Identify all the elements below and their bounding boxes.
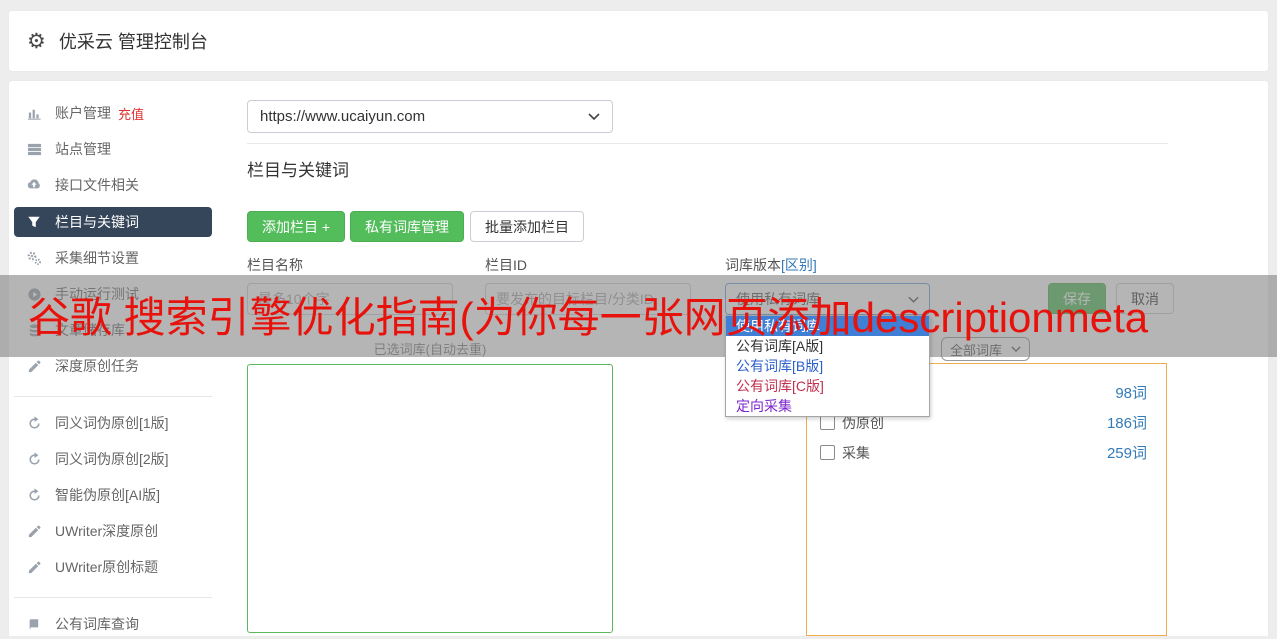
batch-add-button[interactable]: 批量添加栏目 (470, 211, 584, 242)
sidebar-item-label: 深度原创任务 (55, 358, 139, 374)
sidebar-item-collection-settings[interactable]: 采集细节设置 (14, 243, 212, 273)
sidebar-item-public-lexicon-query[interactable]: 公有词库查询 (14, 609, 212, 639)
sidebar-item-label: 智能伪原创[AI版] (55, 487, 161, 503)
page-title: 栏目与关键词 (247, 161, 349, 180)
checkbox[interactable] (820, 415, 835, 430)
checkbox[interactable] (820, 445, 835, 460)
recharge-badge[interactable]: 充值 (118, 104, 144, 123)
sidebar-divider (14, 597, 212, 598)
sidebar-item-label: 接口文件相关 (55, 177, 139, 193)
refresh-icon (26, 451, 42, 467)
site-url-select[interactable]: https://www.ucaiyun.com (247, 100, 613, 133)
lexicon-row-row-3: 采集 259词 (820, 442, 1150, 462)
edit-icon (26, 358, 42, 374)
overlay-caption: 谷歌 搜索引擎优化指南(为你每一张网页添加descriptionmeta (28, 294, 1149, 341)
sidebar-item-label: 公有词库查询 (55, 616, 139, 632)
lexicon-word-count[interactable]: 259词 (1050, 442, 1147, 463)
dropdown-option-public-lexicon-b[interactable]: 公有词库[B版] (726, 356, 929, 376)
app-title: 优采云 管理控制台 (58, 32, 208, 52)
dropdown-option-targeted-collection[interactable]: 定向采集 (726, 396, 929, 416)
page: ⚙ 优采云 管理控制台 账户管理 充值 站点管理 接口文件相关 栏目与关键词 采集细节设置… (0, 0, 1277, 636)
sidebar-item-ai-rewrite[interactable]: 智能伪原创[AI版] (14, 480, 212, 510)
lexicon-version-label: 词库版本[区别] (725, 257, 817, 273)
sidebar-item-label: 同义词伪原创[1版] (55, 415, 169, 431)
sidebar-item-label: 采集细节设置 (55, 250, 139, 266)
lexicon-word-count[interactable]: 186词 (1050, 412, 1147, 433)
sidebar-divider (14, 396, 212, 397)
add-column-button[interactable]: 添加栏目 + (247, 211, 346, 242)
sidebar-item-columns-keywords[interactable]: 栏目与关键词 (14, 207, 212, 237)
divider (247, 143, 1168, 144)
book-icon (26, 616, 42, 632)
column-id-label: 栏目ID (485, 257, 527, 273)
sidebar-item-synonym-rewrite-v2[interactable]: 同义词伪原创[2版] (14, 444, 212, 474)
selected-lexicon-box[interactable] (247, 364, 613, 633)
sidebar-item-label: 站点管理 (55, 141, 111, 157)
sidebar-item-uwriter-original-title[interactable]: UWriter原创标题 (14, 552, 212, 582)
refresh-icon (26, 415, 42, 431)
server-icon (26, 141, 42, 157)
sidebar-item-synonym-rewrite-v1[interactable]: 同义词伪原创[1版] (14, 408, 212, 438)
sidebar-item-account-management[interactable]: 账户管理 充值 (14, 98, 212, 128)
sidebar-item-uwriter-deep-original[interactable]: UWriter深度原创 (14, 516, 212, 546)
private-lexicon-button[interactable]: 私有词库管理 (350, 211, 464, 242)
bar-chart-icon (26, 105, 42, 121)
lexicon-word-count[interactable]: 98词 (1050, 382, 1147, 403)
column-name-label: 栏目名称 (247, 257, 303, 273)
edit-icon (26, 559, 42, 575)
sidebar-item-interface-files[interactable]: 接口文件相关 (14, 170, 212, 200)
sidebar-item-site-management[interactable]: 站点管理 (14, 134, 212, 164)
sidebar-item-label: 账户管理 (55, 105, 111, 121)
sidebar-item-label: 同义词伪原创[2版] (55, 451, 169, 467)
sidebar-item-label: UWriter原创标题 (55, 559, 159, 575)
site-url-value: https://www.ucaiyun.com (260, 108, 426, 125)
lexicon-row-label: 采集 (842, 445, 870, 461)
app-header: ⚙ 优采云 管理控制台 (8, 10, 1269, 72)
lexicon-version-diff-link[interactable]: [区别] (781, 257, 817, 273)
refresh-icon (26, 487, 42, 503)
gear-icon: ⚙ (27, 29, 46, 53)
chevron-down-icon (588, 113, 600, 120)
sidebar-item-label: 栏目与关键词 (55, 214, 139, 230)
sidebar-item-label: UWriter深度原创 (55, 523, 159, 539)
cloud-upload-icon (26, 177, 42, 193)
dropdown-option-public-lexicon-c[interactable]: 公有词库[C版] (726, 376, 929, 396)
edit-icon (26, 523, 42, 539)
funnel-icon (26, 214, 42, 230)
gears-icon (26, 250, 42, 266)
